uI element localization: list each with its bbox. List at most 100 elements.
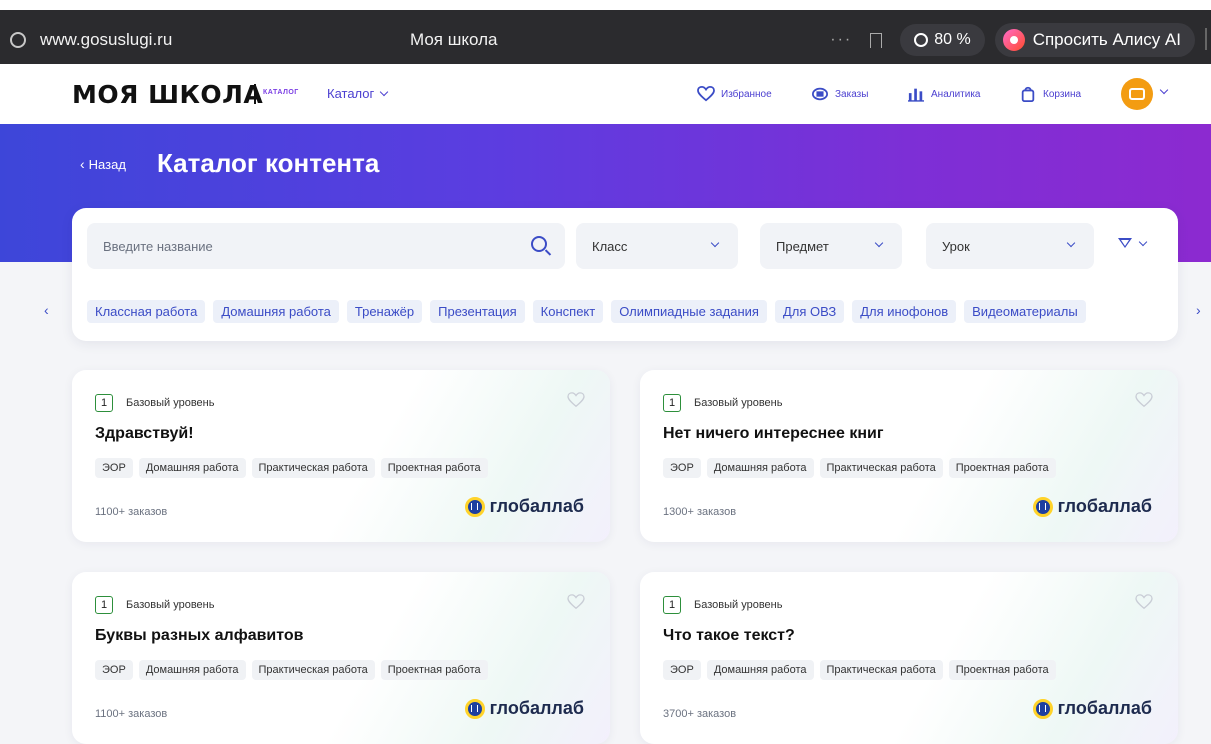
- publisher-logo: глобаллаб: [1032, 496, 1152, 517]
- content-card[interactable]: 1 Базовый уровень Нет ничего интереснее …: [640, 370, 1178, 542]
- chip-summary[interactable]: Конспект: [532, 300, 604, 323]
- grade-badge: 1: [95, 394, 113, 412]
- favorite-heart-icon[interactable]: [1135, 392, 1153, 408]
- content-card[interactable]: 1 Базовый уровень Буквы разных алфавитов…: [72, 572, 610, 744]
- orders-count: 1100+ заказов: [95, 506, 168, 518]
- avatar-chevron-icon[interactable]: [1159, 85, 1169, 95]
- nav-analytics-label: Аналитика: [931, 88, 981, 100]
- class-select[interactable]: Класс: [576, 223, 738, 269]
- globallab-icon: [1032, 698, 1053, 719]
- browser-bar: www.gosuslugi.ru Моя школа ··· 80 % Спро…: [0, 0, 1211, 64]
- chips-scroll-right-icon[interactable]: ›: [1196, 302, 1201, 318]
- level-label: Базовый уровень: [126, 599, 215, 611]
- nav-cart[interactable]: Корзина: [1019, 86, 1081, 102]
- chip-video[interactable]: Видеоматериалы: [964, 300, 1086, 323]
- nav-orders[interactable]: Заказы: [811, 86, 868, 102]
- more-icon[interactable]: ···: [830, 31, 852, 49]
- catalog-dropdown-label: Каталог: [327, 86, 375, 101]
- globallab-icon: [464, 496, 485, 517]
- filter-panel: Класс Предмет Урок Классная работа Домаш…: [72, 208, 1178, 341]
- tag: Практическая работа: [819, 458, 943, 478]
- site-logo[interactable]: МОЯ ШКОЛА: [72, 80, 263, 109]
- ask-alice-button[interactable]: Спросить Алису AI: [994, 23, 1195, 57]
- content-card[interactable]: 1 Базовый уровень Что такое текст? ЭОР Д…: [640, 572, 1178, 744]
- app-header: МОЯ ШКОЛА КАТАЛОГ Каталог Избранное Зака…: [0, 64, 1211, 124]
- publisher-name: глобаллаб: [1057, 496, 1152, 516]
- grade-badge: 1: [95, 596, 113, 614]
- publisher-logo: глобаллаб: [1032, 698, 1152, 719]
- cart-icon: [1021, 86, 1035, 102]
- content-card[interactable]: 1 Базовый уровень Здравствуй! ЭОР Домашн…: [72, 370, 610, 542]
- globallab-icon: [1032, 496, 1053, 517]
- filter-icon: [1118, 238, 1132, 248]
- site-info-icon[interactable]: [10, 32, 26, 48]
- tag: Практическая работа: [251, 458, 375, 478]
- tag: Практическая работа: [819, 660, 943, 680]
- tag: Домашняя работа: [138, 660, 246, 680]
- grade-badge: 1: [663, 596, 681, 614]
- nav-analytics[interactable]: Аналитика: [907, 86, 981, 102]
- chevron-down-icon: [710, 238, 720, 248]
- card-title[interactable]: Нет ничего интереснее книг: [663, 425, 884, 443]
- orders-count: 3700+ заказов: [663, 708, 737, 720]
- level-label: Базовый уровень: [126, 397, 215, 409]
- publisher-name: глобаллаб: [489, 698, 584, 718]
- tag: ЭОР: [95, 660, 133, 680]
- zoom-button[interactable]: 80 %: [900, 24, 985, 56]
- publisher-name: глобаллаб: [1057, 698, 1152, 718]
- chips-scroll-left-icon[interactable]: ‹: [44, 302, 49, 318]
- nav-cart-label: Корзина: [1043, 88, 1082, 100]
- nav-favorites-label: Избранное: [721, 88, 772, 100]
- card-title[interactable]: Буквы разных алфавитов: [95, 627, 304, 645]
- tag: Домашняя работа: [706, 458, 814, 478]
- alice-icon: [1002, 29, 1025, 51]
- advanced-filter-button[interactable]: [1118, 237, 1148, 248]
- catalog-dropdown[interactable]: Каталог: [327, 86, 389, 101]
- page-title: Каталог контента: [157, 148, 380, 178]
- logo-divider: [254, 84, 256, 104]
- content-type-chips: Классная работа Домашняя работа Тренажёр…: [87, 300, 1086, 323]
- search-input[interactable]: [103, 238, 503, 254]
- tag: Домашняя работа: [706, 660, 814, 680]
- url-text[interactable]: www.gosuslugi.ru: [40, 30, 172, 50]
- favorite-heart-icon[interactable]: [567, 594, 585, 610]
- lesson-select[interactable]: Урок: [926, 223, 1094, 269]
- orders-count: 1100+ заказов: [95, 708, 168, 720]
- address-bar[interactable]: www.gosuslugi.ru Моя школа ··· 80 % Спро…: [10, 20, 1205, 60]
- card-tags: ЭОР Домашняя работа Практическая работа …: [663, 458, 1056, 478]
- briefcase-icon: [1129, 88, 1145, 100]
- search-box[interactable]: [87, 223, 565, 269]
- tab-title: Моя школа: [410, 30, 498, 49]
- card-title[interactable]: Здравствуй!: [95, 425, 194, 443]
- chip-class-work[interactable]: Классная работа: [87, 300, 206, 323]
- chip-ovz[interactable]: Для ОВЗ: [774, 300, 845, 323]
- tag: Проектная работа: [380, 660, 488, 680]
- nav-favorites[interactable]: Избранное: [697, 86, 772, 102]
- favorite-heart-icon[interactable]: [1135, 594, 1153, 610]
- back-link[interactable]: ‹ Назад: [80, 156, 126, 172]
- chip-olympiad[interactable]: Олимпиадные задания: [611, 300, 767, 323]
- tag: ЭОР: [663, 458, 701, 478]
- chip-presentation[interactable]: Презентация: [430, 300, 525, 323]
- tag: ЭОР: [663, 660, 701, 680]
- user-avatar[interactable]: [1121, 78, 1153, 110]
- chevron-left-icon: ‹: [80, 156, 85, 172]
- publisher-logo: глобаллаб: [464, 496, 584, 517]
- search-icon[interactable]: [531, 236, 547, 252]
- zoom-icon: [914, 33, 929, 47]
- bookmark-icon[interactable]: [870, 32, 883, 48]
- chip-trainer[interactable]: Тренажёр: [346, 300, 423, 323]
- favorite-heart-icon[interactable]: [567, 392, 585, 408]
- chevron-down-icon: [380, 87, 389, 97]
- tag: Домашняя работа: [138, 458, 246, 478]
- subject-select[interactable]: Предмет: [760, 223, 902, 269]
- heart-icon: [697, 86, 715, 102]
- chip-homework[interactable]: Домашняя работа: [213, 300, 339, 323]
- globallab-icon: [464, 698, 485, 719]
- tag: Практическая работа: [251, 660, 375, 680]
- chevron-down-icon: [874, 238, 884, 248]
- ask-alice-label: Спросить Алису AI: [1032, 30, 1181, 49]
- chip-foreign[interactable]: Для инофонов: [852, 300, 957, 323]
- card-title[interactable]: Что такое текст?: [663, 627, 795, 645]
- chevron-down-icon: [1138, 237, 1148, 246]
